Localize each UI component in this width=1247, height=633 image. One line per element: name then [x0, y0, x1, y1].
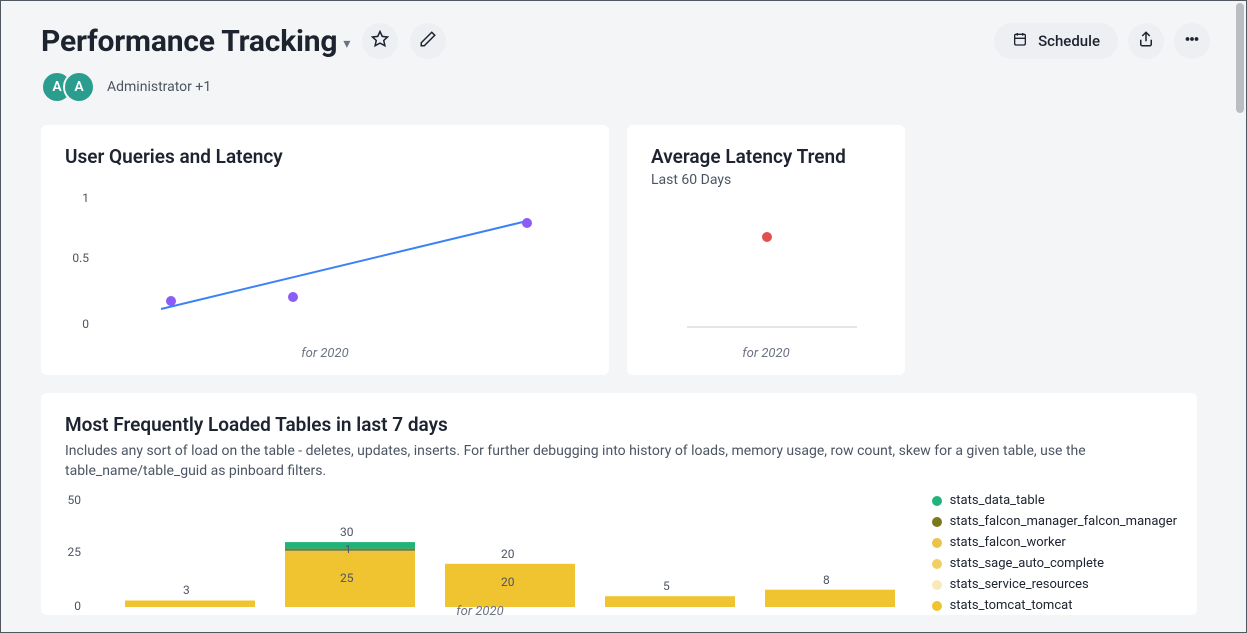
bar-label: 8 [823, 573, 830, 587]
chart-legend: stats_data_table stats_falcon_manager_fa… [932, 493, 1177, 615]
scrollbar-thumb[interactable] [1236, 3, 1244, 113]
share-icon [1137, 30, 1155, 52]
y-tick: 0 [65, 317, 89, 331]
scatter-chart [657, 195, 877, 335]
bar-label: 1 [345, 543, 351, 556]
card-footer: for 2020 [627, 346, 905, 361]
schedule-button[interactable]: Schedule [994, 23, 1118, 59]
legend-item[interactable]: stats_sage_auto_complete [932, 556, 1177, 571]
favorite-button[interactable] [362, 23, 398, 59]
bar-label: 25 [340, 571, 354, 585]
legend-label: stats_data_table [950, 493, 1045, 508]
page-title: Performance Tracking [41, 24, 337, 59]
legend-item[interactable]: stats_falcon_worker [932, 535, 1177, 550]
legend-dot-icon [932, 559, 942, 569]
legend-item[interactable]: stats_service_resources [932, 577, 1177, 592]
bar-label: 20 [501, 547, 515, 561]
card-title: User Queries and Latency [65, 145, 585, 168]
avatar: A [63, 71, 95, 103]
edit-button[interactable] [410, 23, 446, 59]
legend-dot-icon [932, 496, 942, 506]
legend-dot-icon [932, 517, 942, 527]
legend-label: stats_service_resources [950, 577, 1089, 592]
calendar-icon [1012, 31, 1028, 51]
star-icon [371, 30, 389, 52]
card-footer: for 2020 [41, 346, 609, 361]
legend-dot-icon [932, 601, 942, 611]
card-title: Average Latency Trend [651, 145, 881, 168]
owner-label: Administrator +1 [107, 79, 211, 95]
more-button[interactable] [1174, 23, 1210, 59]
card-footer: for 2020 [65, 604, 895, 615]
legend-dot-icon [932, 580, 942, 590]
legend-label: stats_falcon_worker [950, 535, 1066, 550]
legend-label: stats_sage_auto_complete [950, 556, 1104, 571]
legend-item[interactable]: stats_tomcat_tomcat [932, 598, 1177, 613]
dashboard-header: Performance Tracking ▾ Schedule [41, 23, 1210, 59]
avatar-stack[interactable]: A A [41, 71, 95, 103]
legend-label: stats_tomcat_tomcat [950, 598, 1073, 613]
card-description: Includes any sort of load on the table -… [65, 442, 1125, 481]
owner-row: A A Administrator +1 [41, 71, 1210, 103]
y-tick: 1 [65, 191, 89, 205]
caret-down-icon: ▾ [343, 36, 350, 52]
share-button[interactable] [1128, 23, 1164, 59]
legend-dot-icon [932, 538, 942, 548]
bar-label: 3 [183, 583, 190, 597]
more-icon [1183, 30, 1201, 52]
bar-label: 30 [340, 525, 354, 539]
chart-card-queries-latency[interactable]: User Queries and Latency 1 0.5 0 for 202… [41, 125, 609, 375]
schedule-label: Schedule [1038, 32, 1100, 50]
y-tick: 0.5 [65, 251, 89, 265]
card-subtitle: Last 60 Days [651, 172, 881, 188]
bar-label: 20 [501, 575, 515, 589]
card-title: Most Frequently Loaded Tables in last 7 … [65, 413, 1173, 436]
bar-labels: 3 30 1 25 20 20 5 8 [65, 493, 895, 613]
bar-label: 5 [663, 579, 670, 593]
legend-item[interactable]: stats_data_table [932, 493, 1177, 508]
legend-item[interactable]: stats_falcon_manager_falcon_manager [932, 514, 1177, 529]
chart-card-loaded-tables[interactable]: Most Frequently Loaded Tables in last 7 … [41, 393, 1197, 615]
pencil-icon [419, 30, 437, 52]
line-chart [101, 185, 581, 330]
legend-label: stats_falcon_manager_falcon_manager [950, 514, 1177, 529]
chart-card-avg-latency[interactable]: Average Latency Trend Last 60 Days for 2… [627, 125, 905, 375]
title-dropdown[interactable]: Performance Tracking ▾ [41, 24, 350, 59]
